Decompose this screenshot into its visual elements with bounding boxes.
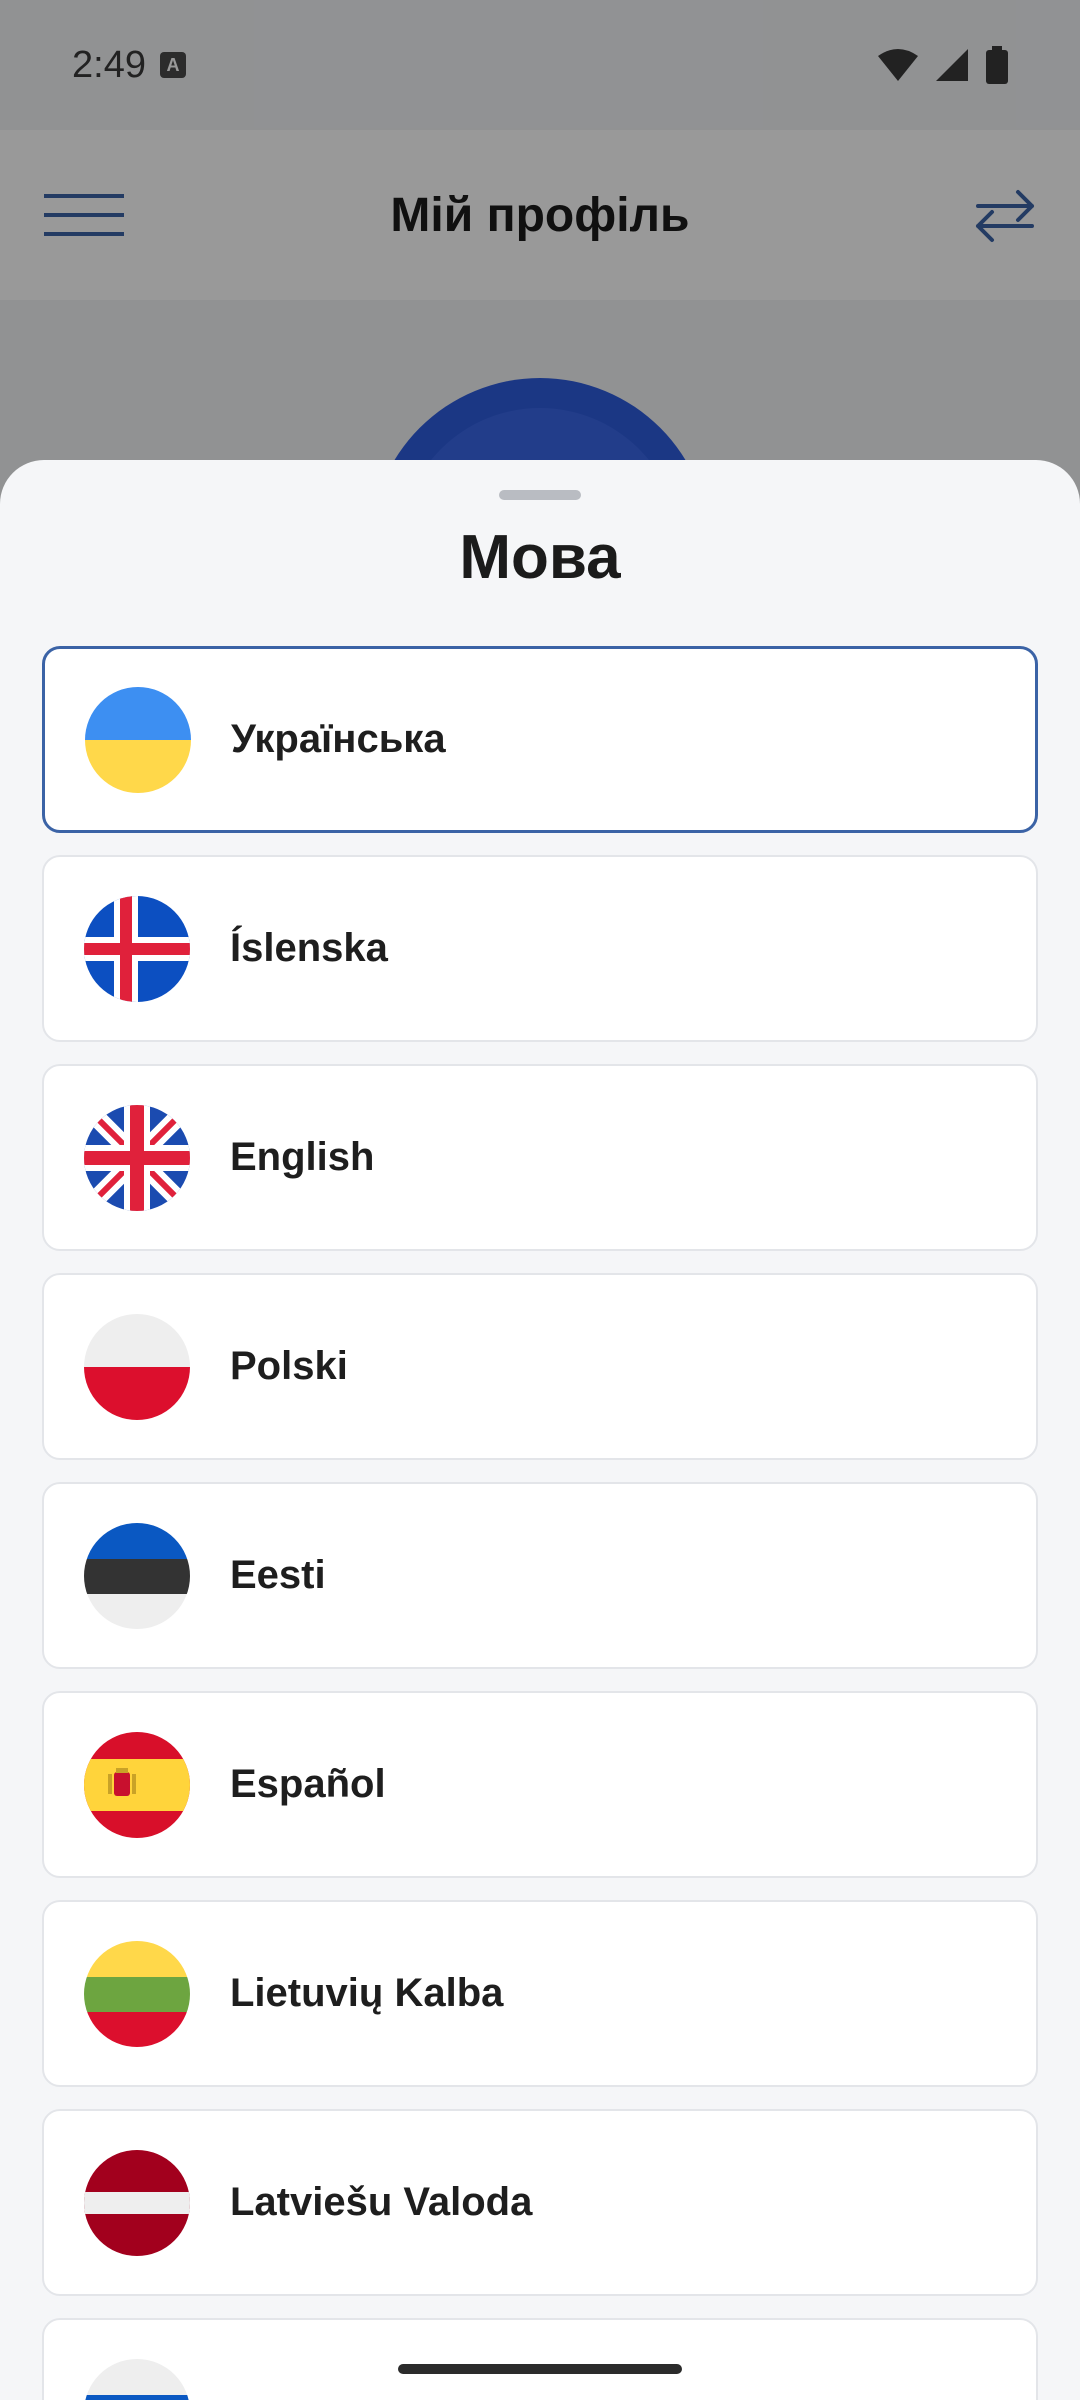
language-item-lithuanian[interactable]: Lietuvių Kalba <box>42 1900 1038 2087</box>
language-item-estonian[interactable]: Eesti <box>42 1482 1038 1669</box>
lithuania-flag-icon <box>84 1940 190 2047</box>
poland-flag-icon <box>84 1313 190 1420</box>
ukraine-flag-icon <box>85 686 191 793</box>
iceland-flag-icon <box>84 895 190 1002</box>
language-bottom-sheet: Мова Українська Íslenska English Polski … <box>0 460 1080 2400</box>
language-item-english[interactable]: English <box>42 1064 1038 1251</box>
language-item-icelandic[interactable]: Íslenska <box>42 855 1038 1042</box>
language-label: Polski <box>230 1344 348 1388</box>
language-label: English <box>230 1135 375 1179</box>
language-item-russian[interactable] <box>42 2318 1038 2400</box>
language-item-spanish[interactable]: Español <box>42 1691 1038 1878</box>
language-item-latvian[interactable]: Latviešu Valoda <box>42 2109 1038 2296</box>
language-list: Українська Íslenska English Polski Eesti… <box>42 646 1038 2400</box>
language-label: Íslenska <box>230 926 388 970</box>
language-item-ukrainian[interactable]: Українська <box>42 646 1038 833</box>
language-label: Lietuvių Kalba <box>230 1971 504 2015</box>
language-item-polish[interactable]: Polski <box>42 1273 1038 1460</box>
language-label: Українська <box>231 717 446 761</box>
language-label: Español <box>230 1762 386 1806</box>
estonia-flag-icon <box>84 1522 190 1629</box>
uk-flag-icon <box>84 1104 190 1211</box>
home-indicator[interactable] <box>398 2364 682 2374</box>
language-label: Latviešu Valoda <box>230 2180 533 2224</box>
russia-flag-icon <box>84 2358 190 2400</box>
language-label: Eesti <box>230 1553 326 1597</box>
spain-flag-icon <box>84 1731 190 1838</box>
latvia-flag-icon <box>84 2149 190 2256</box>
drag-handle[interactable] <box>499 490 581 500</box>
sheet-title: Мова <box>459 523 621 592</box>
